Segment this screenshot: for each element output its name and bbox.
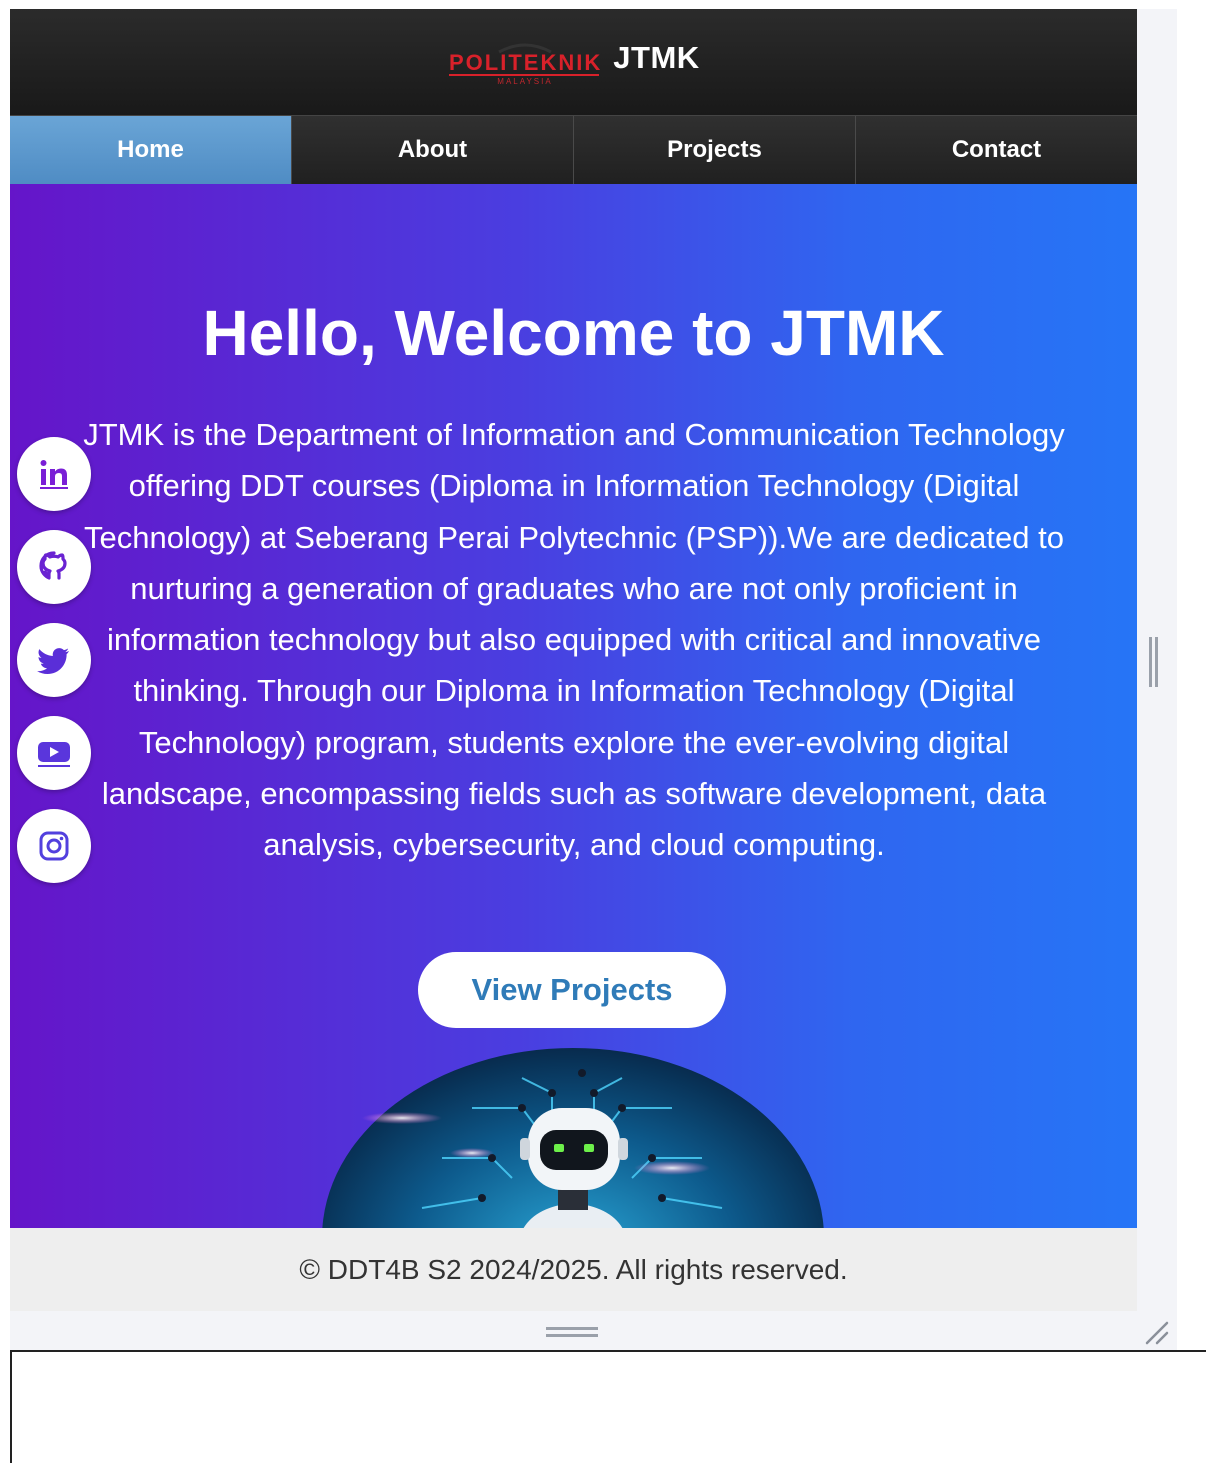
github-icon [39, 551, 67, 580]
instagram-icon [39, 831, 69, 861]
page: POLITEKNIK MALAYSIA JTMK Home About Proj… [10, 9, 1137, 1311]
site-header: POLITEKNIK MALAYSIA JTMK [10, 9, 1137, 115]
main-nav: Home About Projects Contact [10, 115, 1137, 184]
horizontal-resize-handle[interactable] [546, 1327, 598, 1339]
hero-heading: Hello, Welcome to JTMK [202, 297, 945, 369]
politeknik-logo: POLITEKNIK MALAYSIA [449, 43, 602, 86]
logo-wordmark: POLITEKNIK [449, 50, 602, 75]
vertical-resize-handle[interactable] [1149, 637, 1161, 687]
ai-robot-image [322, 1048, 824, 1228]
instagram-link[interactable] [17, 809, 91, 883]
twitter-link[interactable] [17, 623, 91, 697]
corner-resize-grip-icon[interactable] [1143, 1319, 1169, 1345]
browser-viewport: POLITEKNIK MALAYSIA JTMK Home About Proj… [10, 9, 1177, 1350]
hero-section: Hello, Welcome to JTMK JTMK is the Depar… [10, 184, 1137, 1228]
nav-about[interactable]: About [292, 116, 574, 184]
github-link[interactable] [17, 530, 91, 604]
linkedin-link[interactable] [17, 437, 91, 511]
site-footer: © DDT4B S2 2024/2025. All rights reserve… [10, 1228, 1137, 1311]
youtube-link[interactable] [17, 716, 91, 790]
twitter-icon [37, 648, 69, 674]
empty-panel [10, 1350, 1206, 1463]
copyright-text: © DDT4B S2 2024/2025. All rights reserve… [299, 1253, 848, 1285]
youtube-icon [38, 742, 70, 767]
nav-projects[interactable]: Projects [574, 116, 856, 184]
site-title: JTMK [613, 40, 700, 75]
nav-home[interactable]: Home [10, 116, 292, 184]
hero-description: JTMK is the Department of Information an… [83, 417, 1065, 863]
logo-subtext: MALAYSIA [498, 77, 553, 86]
linkedin-icon [40, 460, 68, 489]
logo[interactable]: POLITEKNIK MALAYSIA JTMK [447, 28, 699, 88]
view-projects-button[interactable]: View Projects [418, 952, 726, 1028]
nav-contact[interactable]: Contact [856, 116, 1137, 184]
